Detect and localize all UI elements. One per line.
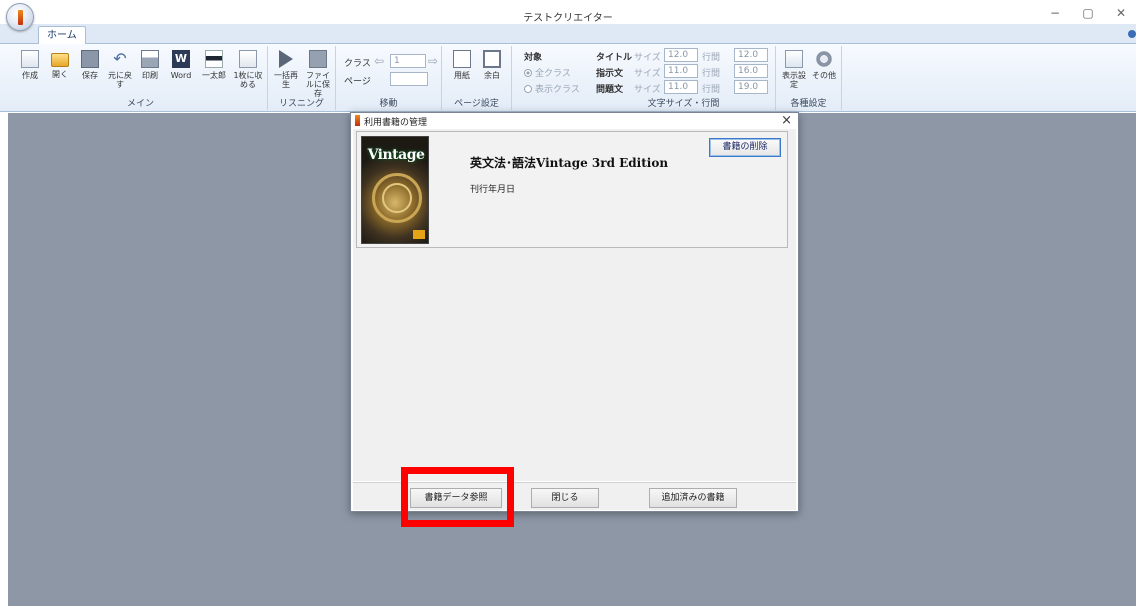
group-label-move: 移動 xyxy=(379,99,398,109)
other-settings-button[interactable]: その他 xyxy=(810,48,838,80)
next-class-arrow-icon[interactable]: ⇨ xyxy=(428,54,438,68)
gear-icon xyxy=(815,50,833,68)
group-label-listening: リスニング xyxy=(278,99,324,109)
play-all-button[interactable]: 一括再生 xyxy=(272,48,300,89)
print-button[interactable]: 印刷 xyxy=(136,48,164,80)
help-icon[interactable] xyxy=(1128,30,1136,38)
save-button[interactable]: 保存 xyxy=(76,48,104,80)
ichitaro-icon xyxy=(205,50,223,68)
word-button[interactable]: W Word xyxy=(166,48,196,80)
dialog-title-bar: 利用書籍の管理 × xyxy=(351,113,798,129)
save-icon xyxy=(81,50,99,68)
app-menu-button[interactable] xyxy=(6,3,34,31)
book-date-label: 刊行年月日 xyxy=(470,185,516,195)
open-button[interactable]: 開く xyxy=(46,48,74,79)
question-spacing-input[interactable]: 19.0 xyxy=(734,80,768,94)
page-label: ページ xyxy=(344,77,371,87)
print-icon xyxy=(141,50,159,68)
book-management-dialog: 利用書籍の管理 × Vintage 英文法･語法Vintage 3rd Edit… xyxy=(350,112,799,512)
save-file-icon xyxy=(309,50,327,68)
display-settings-button[interactable]: 表示設定 xyxy=(780,48,808,89)
size-label: サイズ xyxy=(634,53,661,63)
instruction-spacing-input[interactable]: 16.0 xyxy=(734,64,768,78)
ribbon-tab-row: ホーム xyxy=(0,24,1136,45)
ribbon-group-move: クラス ⇦ 1 ⇨ ページ 移動 xyxy=(336,46,442,110)
ribbon-group-page-setup: 用紙 余白 ページ設定 xyxy=(442,46,512,110)
instruction-size-input[interactable]: 11.0 xyxy=(664,64,698,78)
fit-page-button[interactable]: 1枚に収める xyxy=(232,48,264,89)
save-to-file-button[interactable]: ファイルに保存 xyxy=(304,48,332,98)
undo-button[interactable]: ↶ 元に戻す xyxy=(106,48,134,90)
group-label-font-size: 文字サイズ・行間 xyxy=(647,99,720,109)
close-dialog-button[interactable]: 閉じる xyxy=(531,488,599,508)
group-label-page-setup: ページ設定 xyxy=(454,99,499,109)
book-title: 英文法･語法Vintage 3rd Edition xyxy=(470,156,669,170)
size-label: サイズ xyxy=(634,85,661,95)
delete-book-button[interactable]: 書籍の削除 xyxy=(709,138,781,157)
target-display-class-radio[interactable]: 表示クラス xyxy=(524,82,580,95)
display-settings-icon xyxy=(785,50,803,68)
paper-icon xyxy=(453,50,471,68)
ribbon-group-listening: 一括再生 ファイルに保存 リスニング xyxy=(268,46,336,110)
app-logo-icon xyxy=(18,10,23,25)
create-button[interactable]: 作成 xyxy=(16,48,44,80)
size-label: サイズ xyxy=(634,69,661,79)
book-list: Vintage 英文法･語法Vintage 3rd Edition 刊行年月日 … xyxy=(353,129,796,481)
margin-icon xyxy=(483,50,501,68)
group-label-main: メイン xyxy=(126,99,154,109)
font-row-title-label: タイトル xyxy=(596,53,633,63)
fit-page-icon xyxy=(239,50,257,68)
dialog-app-icon xyxy=(355,115,360,126)
target-all-classes-radio[interactable]: 全クラス xyxy=(524,66,571,79)
open-folder-icon xyxy=(51,53,69,67)
font-row-question-label: 問題文 xyxy=(596,85,624,95)
spacing-label: 行間 xyxy=(702,85,721,95)
dialog-title: 利用書籍の管理 xyxy=(364,118,428,128)
font-row-instruction-label: 指示文 xyxy=(596,69,624,79)
undo-icon: ↶ xyxy=(113,49,127,68)
word-icon: W xyxy=(172,50,190,68)
prev-class-arrow-icon[interactable]: ⇦ xyxy=(374,54,384,68)
close-button[interactable]: ✕ xyxy=(1106,6,1136,20)
ribbon-group-main: 作成 開く 保存 ↶ 元に戻す 印刷 W Word 一太郎 1枚に収める メイン xyxy=(14,46,268,110)
minimize-button[interactable]: − xyxy=(1040,6,1070,20)
maximize-button[interactable]: ▢ xyxy=(1073,6,1103,20)
ribbon: 作成 開く 保存 ↶ 元に戻す 印刷 W Word 一太郎 1枚に収める メイン 一… xyxy=(0,44,1136,112)
spacing-label: 行間 xyxy=(702,53,721,63)
class-number-input[interactable]: 1 xyxy=(390,54,426,68)
dialog-close-icon[interactable]: × xyxy=(781,113,792,128)
class-label: クラス xyxy=(344,59,371,69)
title-spacing-input[interactable]: 12.0 xyxy=(734,48,768,62)
new-doc-icon xyxy=(21,50,39,68)
title-size-input[interactable]: 12.0 xyxy=(664,48,698,62)
highlight-box xyxy=(401,467,514,527)
paper-button[interactable]: 用紙 xyxy=(448,48,476,80)
ribbon-group-settings: 表示設定 その他 各種設定 xyxy=(776,46,842,110)
tab-home[interactable]: ホーム xyxy=(38,26,86,45)
book-list-item[interactable]: Vintage 英文法･語法Vintage 3rd Edition 刊行年月日 … xyxy=(356,131,788,248)
ribbon-group-font-size: 対象 全クラス 表示クラス タイトル サイズ 12.0 行間 12.0 指示文 … xyxy=(512,46,776,110)
question-size-input[interactable]: 11.0 xyxy=(664,80,698,94)
added-books-button[interactable]: 追加済みの書籍 xyxy=(649,488,737,508)
margin-button[interactable]: 余白 xyxy=(478,48,506,80)
page-select[interactable] xyxy=(390,72,428,86)
target-label: 対象 xyxy=(524,53,543,63)
ichitaro-button[interactable]: 一太郎 xyxy=(198,48,230,80)
spacing-label: 行間 xyxy=(702,69,721,79)
book-cover-image: Vintage xyxy=(361,136,429,244)
window-title: テストクリエイター xyxy=(523,13,613,24)
play-icon xyxy=(279,50,293,68)
group-label-settings: 各種設定 xyxy=(790,99,827,109)
cover-title: Vintage xyxy=(367,147,425,163)
